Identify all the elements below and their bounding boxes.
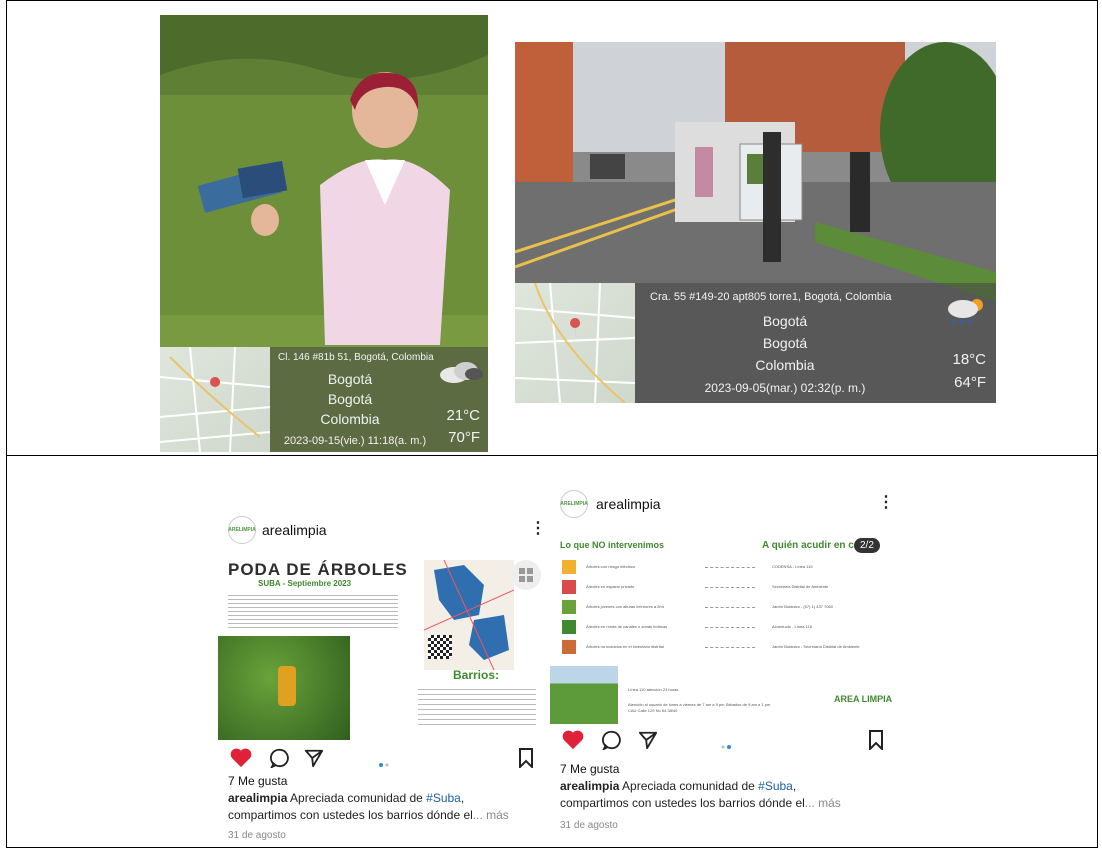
- info-row: Árboles no incluidos en el inventario di…: [560, 638, 890, 658]
- park-photo: [550, 666, 618, 724]
- address-text: Cra. 55 #149-20 apt805 torre1, Bogotá, C…: [650, 291, 892, 303]
- row-left-text: Árboles con riesgo eléctrico: [586, 564, 636, 569]
- row-icon: [562, 600, 576, 614]
- like-heart-icon[interactable]: [230, 748, 252, 773]
- row-arrow: [705, 607, 755, 608]
- row-arrow: [705, 647, 755, 648]
- row-arrow: [705, 627, 755, 628]
- map-pin-icon: [210, 377, 221, 397]
- avatar[interactable]: ARELIMPIA: [560, 490, 588, 518]
- row-icon: [562, 580, 576, 594]
- carousel-dots: [378, 755, 390, 773]
- barrios-list: [418, 685, 536, 727]
- post-username[interactable]: arealimpia: [262, 522, 327, 538]
- image-counter: 2/2: [854, 538, 880, 553]
- datetime-text: 2023-09-15(vie.) 11:18(a. m.): [283, 435, 427, 447]
- post-date: 31 de agosto: [228, 830, 286, 841]
- temp-fahrenheit: 64°F: [954, 374, 986, 391]
- bookmark-icon[interactable]: [518, 748, 534, 773]
- row-divider: [6, 455, 1098, 456]
- right-heading: A quién acudir en c: [762, 540, 854, 551]
- share-icon[interactable]: [638, 730, 658, 755]
- photo-woman-with-flyer: Cl. 146 #81b 51, Bogotá, Colombia Bogotá…: [160, 15, 488, 452]
- temp-celsius: 21°C: [446, 407, 480, 424]
- poster-title: PODA DE ÁRBOLES: [228, 560, 408, 579]
- row-right-text: Jardín Botánico - (57) 1) 437 7060: [772, 604, 833, 609]
- country-text: Colombia: [320, 411, 380, 427]
- row-right-text: Acueducto - Línea 116: [772, 624, 812, 629]
- more-options-icon[interactable]: ⋮: [530, 518, 546, 538]
- hashtag-link[interactable]: #Suba: [426, 791, 461, 805]
- gallery-icon[interactable]: [511, 560, 541, 590]
- geo-stamp: Cl. 146 #81b 51, Bogotá, Colombia Bogotá…: [160, 347, 488, 452]
- row-left-text: Árboles en ronda de canales o zonas hídr…: [586, 624, 668, 629]
- post-date: 31 de agosto: [560, 820, 618, 831]
- map-pin-icon: [570, 318, 581, 338]
- row-right-text: Jardín Botánico - Secretaría Distrital d…: [772, 644, 860, 649]
- more-link[interactable]: ... más: [473, 808, 509, 822]
- instagram-post-1: ARELIMPIA arealimpia ⋮ PODA DE ÁRBOLES S…: [218, 512, 548, 842]
- poster-body: [228, 592, 398, 628]
- info-row: Árboles con riesgo eléctrico CODENSA - L…: [560, 558, 890, 578]
- like-heart-icon[interactable]: [562, 730, 584, 755]
- row-arrow: [705, 587, 755, 588]
- row-icon: [562, 620, 576, 634]
- photo-street-team: Cra. 55 #149-20 apt805 torre1, Bogotá, C…: [515, 42, 996, 403]
- row-icon: [562, 640, 576, 654]
- city-text: Bogotá: [762, 313, 808, 329]
- footer-line-3: CAU Calle 129 No 54 38/40: [628, 708, 678, 713]
- row-icon: [562, 560, 576, 574]
- country-text: Colombia: [755, 357, 815, 373]
- mini-map: [160, 347, 270, 452]
- share-icon[interactable]: [304, 748, 324, 773]
- more-options-icon[interactable]: ⋮: [878, 492, 894, 512]
- poster-subtitle: SUBA - Septiembre 2023: [258, 579, 352, 588]
- city-text: Bogotá: [327, 371, 373, 387]
- hashtag-link[interactable]: #Suba: [758, 779, 793, 793]
- comment-icon[interactable]: [269, 748, 290, 773]
- cloud-icon: [438, 359, 484, 388]
- row-arrow: [705, 567, 755, 568]
- carousel-dots: [720, 737, 732, 755]
- info-row: Árboles en espacio privado Secretaría Di…: [560, 578, 890, 598]
- caption-username[interactable]: arealimpia: [228, 791, 287, 805]
- post-caption: arealimpia Apreciada comunidad de #Suba,…: [560, 779, 841, 810]
- row-left-text: Árboles jóvenes con alturas inferiores a…: [586, 604, 664, 609]
- row-right-text: Secretaría Distrital de Ambiente: [772, 584, 829, 589]
- mini-map: [515, 283, 635, 403]
- footer-line-1: Línea 110 atención 24 horas: [628, 687, 679, 692]
- row-right-text: CODENSA - Línea 115: [772, 564, 813, 569]
- instagram-post-2: ARELIMPIA arealimpia ⋮ Lo que NO interve…: [550, 486, 900, 836]
- address-text: Cl. 146 #81b 51, Bogotá, Colombia: [278, 352, 434, 363]
- row-left-text: Árboles en espacio privado: [586, 584, 635, 589]
- barrios-label: Barrios:: [453, 668, 500, 682]
- avatar[interactable]: ARELIMPIA: [228, 516, 256, 544]
- temp-celsius: 18°C: [952, 351, 986, 368]
- comment-icon[interactable]: [601, 730, 622, 755]
- left-heading: Lo que NO intervenimos: [560, 540, 665, 550]
- poster-tree-photo: [218, 636, 350, 740]
- temp-fahrenheit: 70°F: [448, 429, 480, 446]
- post-image[interactable]: PODA DE ÁRBOLES SUBA - Septiembre 2023 B…: [218, 550, 548, 740]
- geo-stamp: Cra. 55 #149-20 apt805 torre1, Bogotá, C…: [515, 283, 996, 403]
- rain-cloud-icon: [943, 295, 987, 332]
- post-username[interactable]: arealimpia: [596, 496, 661, 512]
- post-caption: arealimpia Apreciada comunidad de #Suba,…: [228, 791, 509, 822]
- area-limpia-logo: AREA LIMPIA: [834, 694, 893, 704]
- more-link[interactable]: ... más: [805, 796, 841, 810]
- footer-line-2: Atención al usuario de lunes a viernes d…: [628, 702, 771, 707]
- likes-count[interactable]: 7 Me gusta: [560, 762, 619, 776]
- region-text: Bogotá: [762, 335, 808, 351]
- row-left-text: Árboles no incluidos en el inventario di…: [586, 644, 664, 649]
- caption-username[interactable]: arealimpia: [560, 779, 619, 793]
- rows-container: Árboles con riesgo eléctrico CODENSA - L…: [560, 558, 890, 658]
- likes-count[interactable]: 7 Me gusta: [228, 774, 287, 788]
- datetime-text: 2023-09-05(mar.) 02:32(p. m.): [704, 381, 866, 395]
- info-row: Árboles en ronda de canales o zonas hídr…: [560, 618, 890, 638]
- qr-code: [428, 635, 452, 659]
- region-text: Bogotá: [327, 391, 373, 407]
- bookmark-icon[interactable]: [868, 730, 884, 755]
- info-row: Árboles jóvenes con alturas inferiores a…: [560, 598, 890, 618]
- post-image[interactable]: Lo que NO intervenimos A quién acudir en…: [550, 524, 900, 724]
